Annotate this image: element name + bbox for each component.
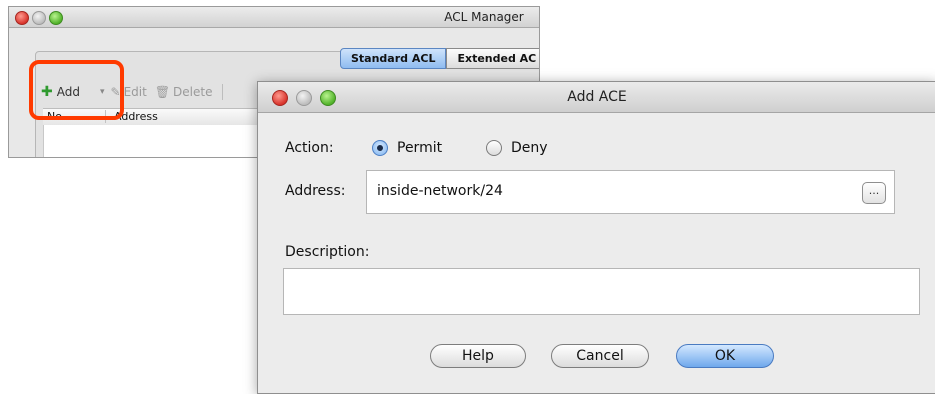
trash-icon: 🗑 xyxy=(154,85,171,99)
help-button[interactable]: Help xyxy=(430,344,526,368)
tab-standard-acl[interactable]: Standard ACL xyxy=(340,48,447,69)
radio-unselected-icon xyxy=(486,140,502,156)
toolbar-divider xyxy=(222,84,224,100)
dialog-title: Add ACE xyxy=(567,89,627,105)
acl-manager-titlebar: ACL Manager xyxy=(9,7,539,28)
permit-label: Permit xyxy=(397,140,443,156)
delete-button[interactable]: 🗑 Delete xyxy=(155,85,213,99)
tab-extended-acl[interactable]: Extended AC xyxy=(446,48,539,69)
permit-radio[interactable]: Permit xyxy=(372,140,442,156)
deny-radio[interactable]: Deny xyxy=(486,140,548,156)
deny-label: Deny xyxy=(511,140,548,156)
description-field[interactable] xyxy=(283,268,920,315)
dialog-titlebar: Add ACE xyxy=(258,82,935,113)
browse-button[interactable]: ... xyxy=(862,182,886,204)
radio-selected-icon xyxy=(372,140,388,156)
edit-label: Edit xyxy=(123,85,147,99)
action-label: Action: xyxy=(285,140,334,156)
acl-table-body[interactable] xyxy=(43,125,264,157)
window-title: ACL Manager xyxy=(444,10,524,24)
add-button-highlight xyxy=(29,60,124,120)
address-value: inside-network/24 xyxy=(377,183,503,199)
ok-button[interactable]: OK xyxy=(676,344,774,368)
cancel-button[interactable]: Cancel xyxy=(551,344,649,368)
acl-type-tabs: Standard ACL Extended AC xyxy=(340,48,539,69)
address-label: Address: xyxy=(285,183,346,199)
address-field[interactable]: inside-network/24 ... xyxy=(366,170,895,214)
delete-label: Delete xyxy=(173,85,213,99)
add-ace-dialog: Add ACE Action: Permit Deny Address: ins… xyxy=(257,81,935,394)
description-label: Description: xyxy=(285,244,370,260)
